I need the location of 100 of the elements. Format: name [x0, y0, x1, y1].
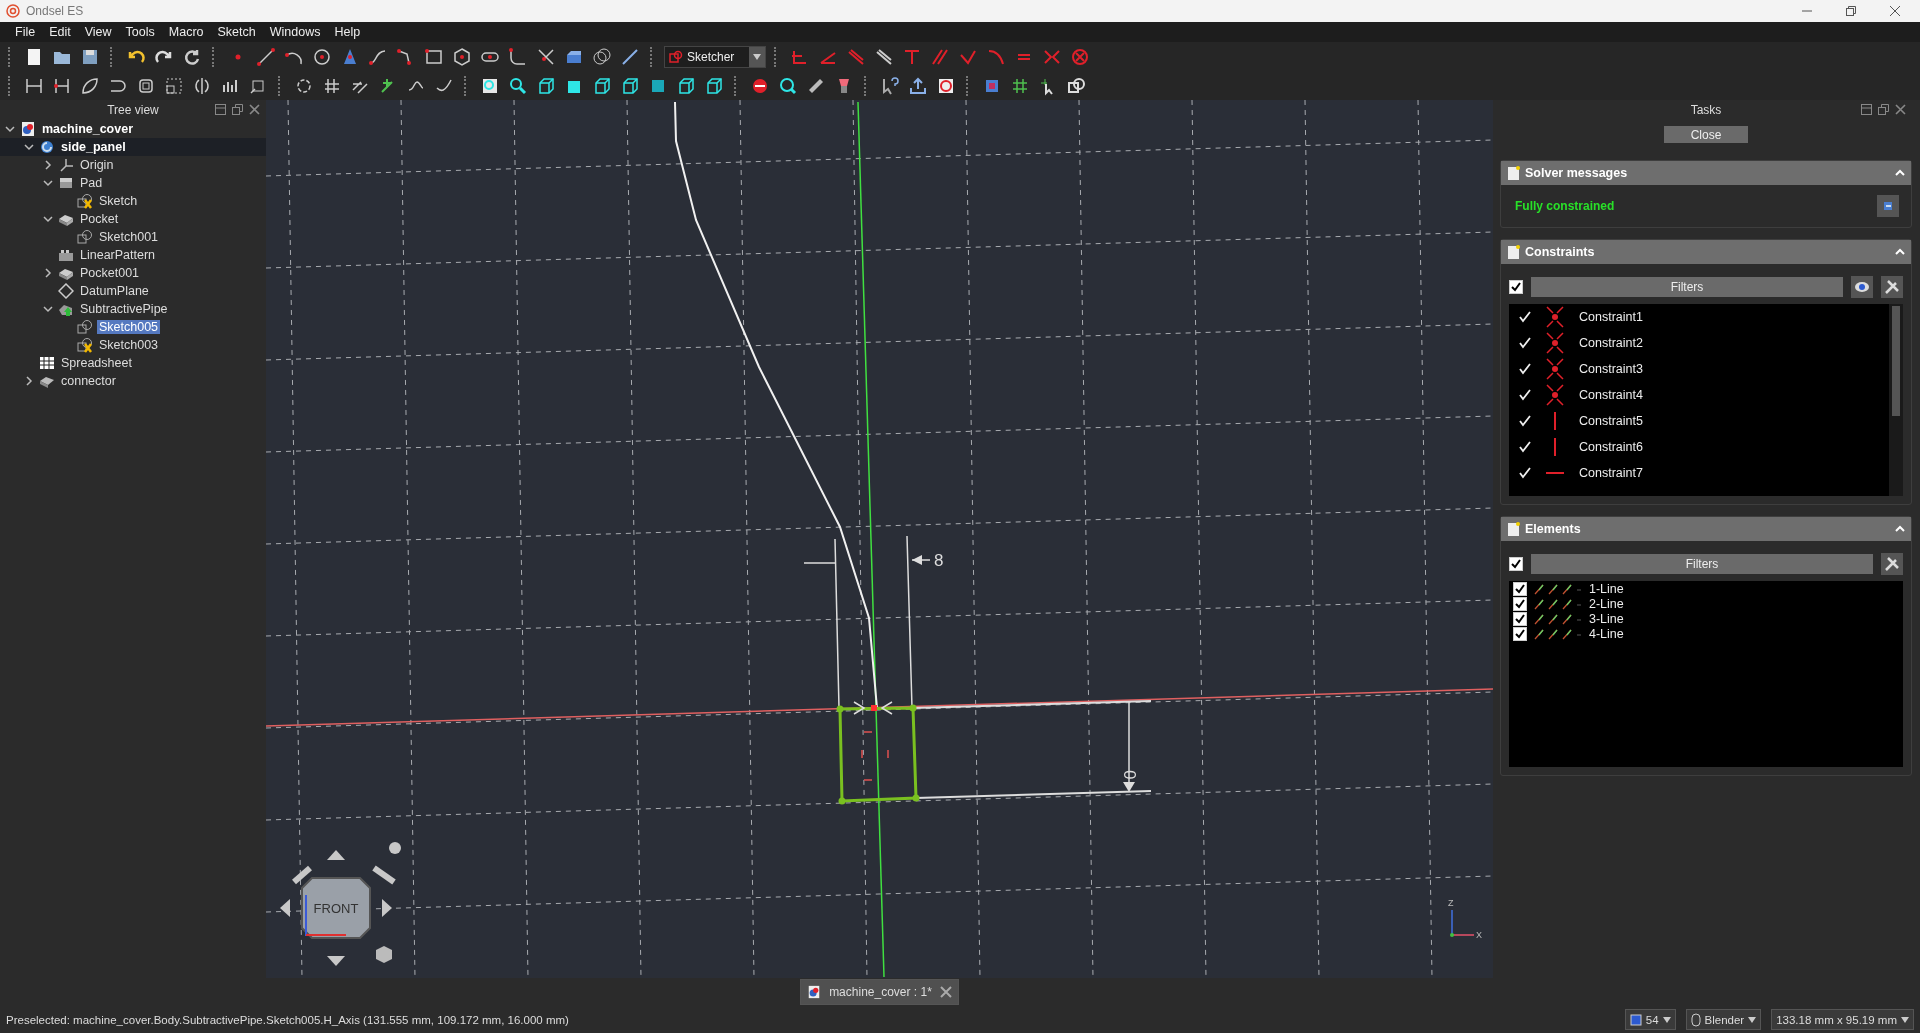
element-item[interactable]: 4-Line: [1509, 626, 1903, 641]
check-mark-icon[interactable]: [1519, 363, 1531, 375]
leaf-icon[interactable]: [80, 75, 100, 96]
render-icon[interactable]: [1066, 75, 1086, 96]
close-icon[interactable]: [939, 986, 952, 998]
element-item[interactable]: 1-Line: [1509, 581, 1903, 596]
element-item[interactable]: 3-Line: [1509, 611, 1903, 626]
tree-item[interactable]: connector: [59, 374, 118, 388]
tree-item[interactable]: Sketch005: [97, 320, 161, 334]
tree-item[interactable]: Sketch003: [97, 338, 161, 352]
search-icon[interactable]: [508, 75, 528, 96]
draw-style-dropdown[interactable]: 54: [1624, 1009, 1676, 1030]
whats-this-icon[interactable]: [880, 75, 900, 96]
workbench-dropdown[interactable]: Sketcher: [664, 45, 766, 68]
tree-item[interactable]: LinearPattern: [78, 248, 158, 262]
menu-item[interactable]: File: [8, 25, 43, 39]
tree-item[interactable]: Pad: [78, 176, 105, 190]
navigation-cube-drawing[interactable]: [280, 842, 401, 966]
tree-item[interactable]: Sketch001: [97, 230, 161, 244]
menu-item[interactable]: Macro: [161, 25, 211, 39]
block-constraint-icon[interactable]: [1070, 46, 1090, 67]
line-icon[interactable]: [256, 46, 276, 67]
scrollbar-thumb[interactable]: [1892, 306, 1900, 416]
menu-item[interactable]: Tools: [118, 25, 162, 39]
tree-item[interactable]: DatumPlane: [78, 284, 151, 298]
menu-item[interactable]: Windows: [262, 25, 328, 39]
checkbox[interactable]: [1509, 280, 1523, 294]
element-item[interactable]: 2-Line: [1509, 596, 1903, 611]
export-icon[interactable]: [908, 75, 928, 96]
carbon-copy-icon[interactable]: [592, 46, 612, 67]
menu-item[interactable]: View: [77, 25, 119, 39]
constraint-item[interactable]: Constraint6: [1509, 434, 1889, 460]
float-icon[interactable]: [232, 104, 243, 115]
close-icon[interactable]: [249, 104, 260, 115]
close-button[interactable]: Close: [1664, 126, 1748, 143]
constraint-item[interactable]: Constraint4: [1509, 382, 1889, 408]
close-icon[interactable]: [1895, 104, 1906, 115]
fillet-icon[interactable]: [508, 46, 528, 67]
filters-dropdown[interactable]: Filters: [1531, 277, 1843, 297]
rectangle-icon[interactable]: [424, 46, 444, 67]
scale-icon[interactable]: [164, 75, 184, 96]
cube-icon[interactable]: [592, 75, 612, 96]
3d-viewport[interactable]: 8 0 FRONT Z X: [266, 100, 1493, 978]
settings-button[interactable]: [1881, 276, 1903, 298]
tree-item[interactable]: Pocket001: [78, 266, 142, 280]
visibility-button[interactable]: [1851, 276, 1873, 298]
checkbox[interactable]: [1509, 557, 1523, 571]
check-mark-icon[interactable]: [1519, 311, 1531, 323]
restore-icon[interactable]: [1846, 6, 1856, 16]
collapse-chevron-icon[interactable]: [1895, 248, 1905, 256]
constraint-item[interactable]: Constraint5: [1509, 408, 1889, 434]
constraint-item[interactable]: Constraint7: [1509, 460, 1889, 486]
tree-item[interactable]: Sketch: [97, 194, 140, 208]
navigation-style-dropdown[interactable]: Blender: [1685, 1009, 1762, 1030]
tree-item[interactable]: side_panel: [59, 140, 128, 154]
cube-icon[interactable]: [676, 75, 696, 96]
menu-item[interactable]: Help: [327, 25, 368, 39]
constraint-item[interactable]: Constraint3: [1509, 356, 1889, 382]
check-mark-icon[interactable]: [1519, 467, 1531, 479]
tree-item[interactable]: Spreadsheet: [59, 356, 134, 370]
search-icon[interactable]: [778, 75, 798, 96]
check-mark-icon[interactable]: [1519, 389, 1531, 401]
hexagon-icon[interactable]: [452, 46, 472, 67]
checkbox[interactable]: [1513, 626, 1527, 641]
close-icon[interactable]: [1890, 6, 1900, 16]
tree-item[interactable]: SubtractivePipe: [78, 302, 170, 316]
dock-icon[interactable]: [215, 104, 226, 115]
cube-icon[interactable]: [704, 75, 724, 96]
refresh-button[interactable]: [1877, 195, 1899, 217]
document-tab[interactable]: machine_cover : 1*: [800, 979, 959, 1005]
constraint-item[interactable]: Constraint2: [1509, 330, 1889, 356]
constraint-item[interactable]: Constraint1: [1509, 304, 1889, 330]
float-icon[interactable]: [1878, 104, 1889, 115]
mirror-icon[interactable]: [192, 75, 212, 96]
tree-item[interactable]: Origin: [78, 158, 116, 172]
menu-item[interactable]: Edit: [42, 25, 78, 39]
menu-item[interactable]: Sketch: [210, 25, 263, 39]
trim-icon[interactable]: [536, 46, 556, 67]
collapse-chevron-icon[interactable]: [1895, 169, 1905, 177]
section-header[interactable]: Solver messages: [1501, 161, 1911, 185]
construction-line-icon[interactable]: [620, 46, 640, 67]
parallel-constraint-icon[interactable]: [874, 46, 894, 67]
filters-dropdown[interactable]: Filters: [1531, 554, 1873, 574]
settings-button[interactable]: [1881, 553, 1903, 575]
section-header[interactable]: Constraints: [1501, 240, 1911, 264]
check-mark-icon[interactable]: [1519, 441, 1531, 453]
check-mark-icon[interactable]: [1519, 415, 1531, 427]
checkbox[interactable]: [1513, 596, 1527, 611]
dock-icon[interactable]: [1861, 104, 1872, 115]
checkbox[interactable]: [1513, 581, 1527, 596]
tree-item[interactable]: machine_cover: [40, 122, 136, 136]
check-mark-icon[interactable]: [1519, 337, 1531, 349]
checkbox[interactable]: [1513, 611, 1527, 626]
view-size-dropdown[interactable]: 133.18 mm x 95.19 mm: [1771, 1009, 1914, 1030]
tree-item[interactable]: Pocket: [78, 212, 121, 226]
cube-icon[interactable]: [536, 75, 556, 96]
collapse-chevron-icon[interactable]: [1895, 525, 1905, 533]
cube-icon[interactable]: [620, 75, 640, 96]
section-header[interactable]: Elements: [1501, 517, 1911, 541]
circle-icon[interactable]: [312, 46, 332, 67]
